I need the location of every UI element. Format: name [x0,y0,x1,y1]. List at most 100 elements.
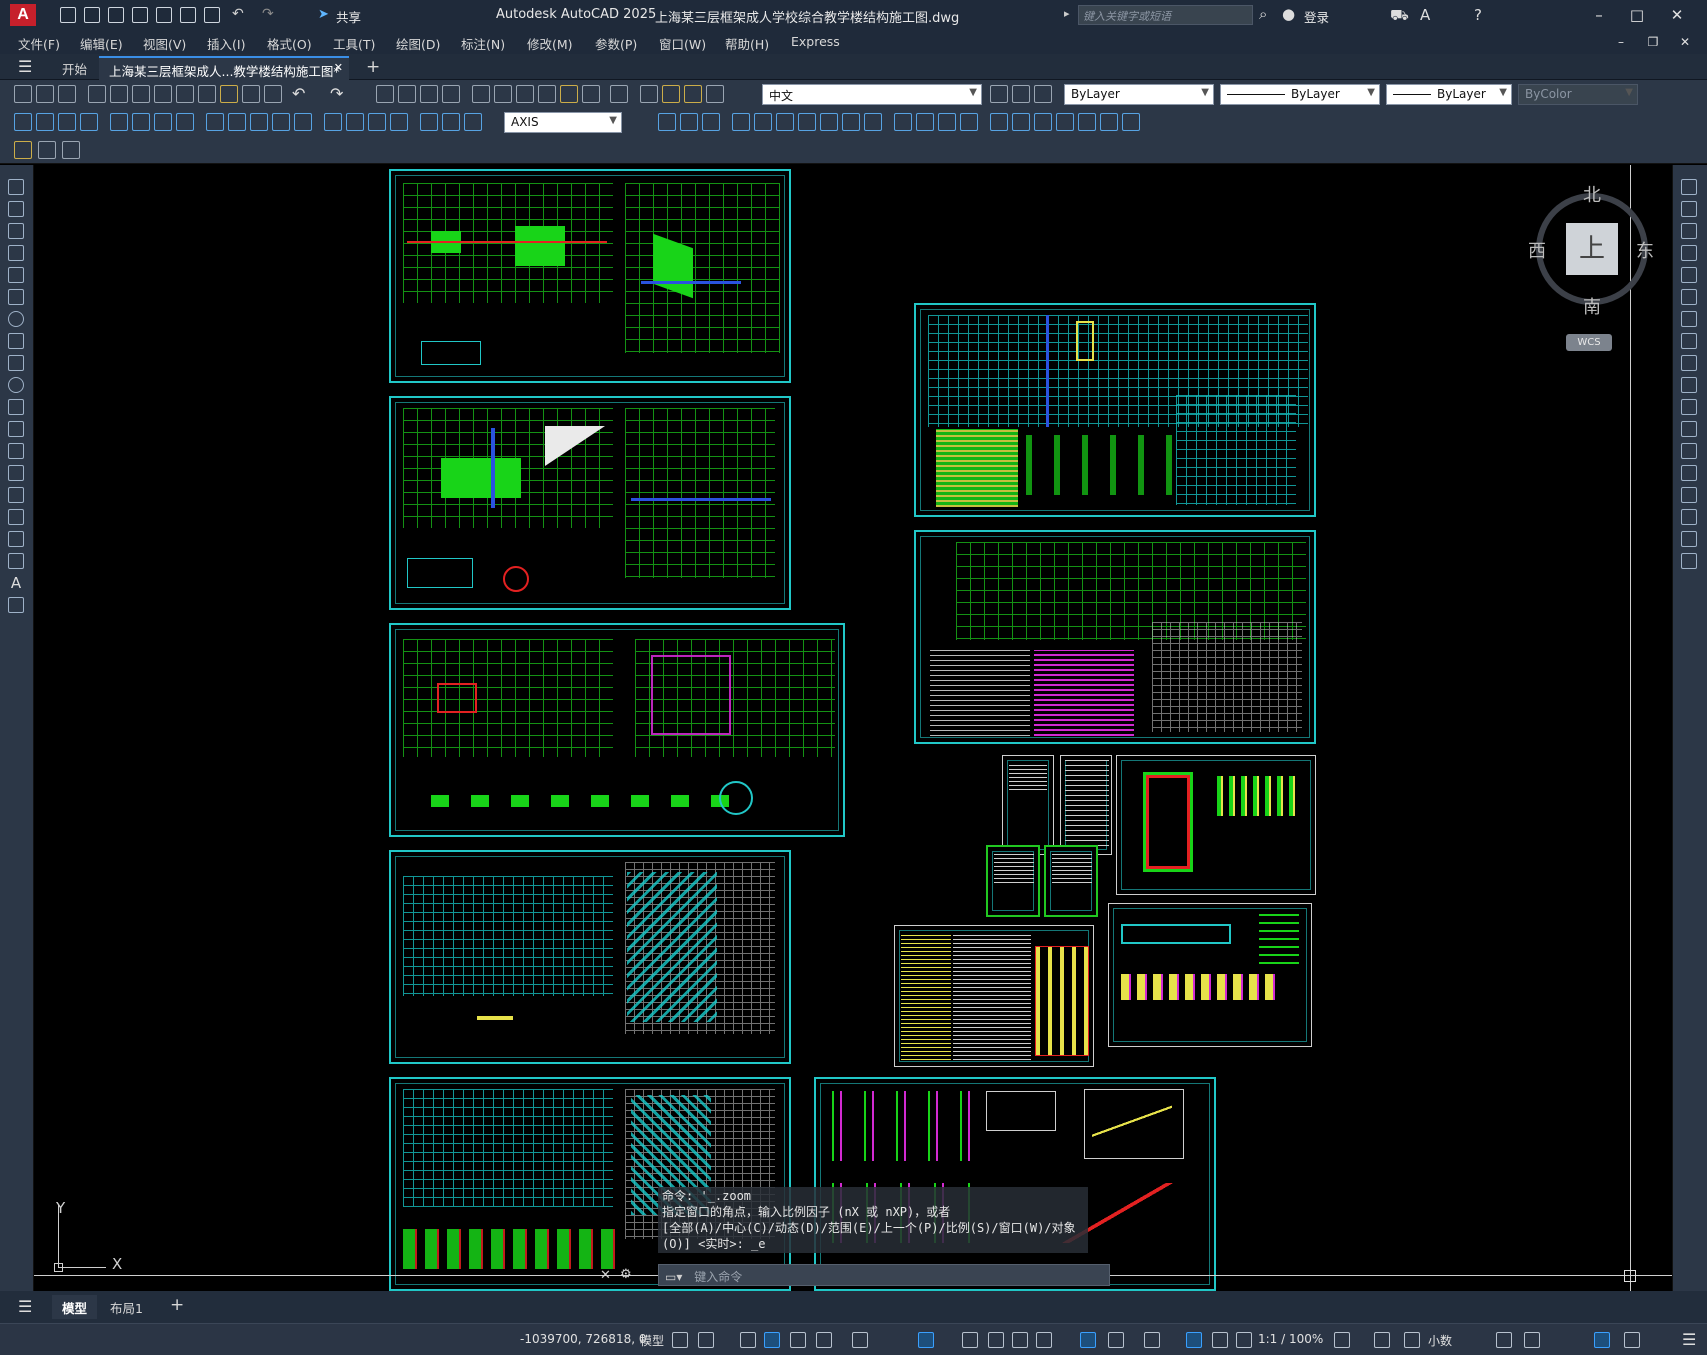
drawing-canvas[interactable]: Y X [34,165,1672,1291]
doc-minimize-button[interactable]: – [1612,33,1630,51]
drawing-sheet-11[interactable] [986,845,1040,917]
multiline-text-icon[interactable]: A [8,575,24,591]
pan-icon[interactable] [376,85,394,103]
open-file-icon[interactable] [36,85,54,103]
viewcube[interactable]: 上 北 南 东 西 [1528,175,1658,318]
ordinate-dimension-icon[interactable] [80,113,98,131]
radius-dimension-icon[interactable] [110,113,128,131]
help-icon[interactable]: ? [1474,6,1482,24]
customize-command-icon[interactable]: ⚙ [620,1267,632,1282]
qnew-icon[interactable] [14,85,32,103]
explode-icon[interactable] [1681,553,1697,569]
revision-cloud-icon[interactable] [8,333,24,349]
color-control-dropdown[interactable]: ByLayer ▼ [1064,84,1214,105]
customization-menu-icon[interactable]: ☰ [1682,1330,1696,1349]
drawing-sheet-2[interactable] [389,396,791,610]
tab-drawing[interactable]: 上海某三层框架成人...教学楼结构施工图* ✕ [99,56,349,80]
drawing-sheet-15[interactable] [814,1077,1216,1291]
clean-screen-icon[interactable] [1624,1332,1640,1348]
menu-view[interactable]: 视图(V) [143,34,186,53]
color-faces-icon[interactable] [960,113,978,131]
tool-palettes-icon[interactable] [516,85,534,103]
join-icon[interactable] [1681,465,1697,481]
print-icon[interactable] [204,7,220,23]
shell-icon[interactable] [1056,113,1074,131]
point-icon[interactable] [8,465,24,481]
spline-icon[interactable] [8,355,24,371]
extend-icon[interactable] [1681,399,1697,415]
match-properties-icon[interactable] [220,85,238,103]
attribute-sync-icon[interactable] [62,141,80,159]
wipeout-icon[interactable] [264,85,282,103]
grid-icon[interactable] [672,1332,688,1348]
ellipse-icon[interactable] [8,377,24,393]
make-current-layer-icon[interactable] [990,85,1008,103]
extrude-faces-icon[interactable] [798,113,816,131]
undo-toolbar-icon[interactable]: ↶ [292,84,305,103]
inspection-icon[interactable] [368,113,386,131]
3d-rotate-icon[interactable] [680,113,698,131]
publish-3d-icon[interactable] [132,85,150,103]
save-as-icon[interactable] [132,7,148,23]
make-block-icon[interactable] [8,443,24,459]
chamfer-icon[interactable] [1681,487,1697,503]
menu-help[interactable]: 帮助(H) [725,34,769,53]
menu-window[interactable]: 窗口(W) [659,34,706,53]
layer-bulb-icon[interactable] [662,85,680,103]
section-plane-icon[interactable] [1122,113,1140,131]
tab-start[interactable]: 开始 [52,56,97,80]
share-icon[interactable]: ➤ [318,7,329,22]
menu-tools[interactable]: 工具(T) [333,34,375,53]
export-icon[interactable] [180,7,196,23]
infer-constraints-icon[interactable] [740,1332,756,1348]
layer-properties-icon[interactable] [640,85,658,103]
viewcube-top-face[interactable]: 上 [1566,223,1618,275]
mirror-icon[interactable] [1681,223,1697,239]
rectangle-icon[interactable] [8,267,24,283]
search-input[interactable]: 键入关键字或短语 [1078,5,1253,25]
object-snap-tracking-icon[interactable] [918,1332,934,1348]
gizmo-icon[interactable] [1144,1332,1160,1348]
drawing-sheet-8[interactable] [1002,755,1054,855]
redo-toolbar-icon[interactable]: ↷ [330,84,343,103]
layer-sun-icon[interactable] [684,85,702,103]
scale-icon[interactable] [1681,333,1697,349]
array-icon[interactable] [1681,267,1697,283]
quick-properties-icon[interactable] [1496,1332,1512,1348]
zoom-previous-icon[interactable] [442,85,460,103]
3d-align-icon[interactable] [702,113,720,131]
layer-dropdown[interactable]: 中文 ▼ [762,84,982,105]
lock-ui-icon[interactable] [1524,1332,1540,1348]
annotation-monitor-icon[interactable] [1374,1332,1390,1348]
properties-icon[interactable] [472,85,490,103]
polar-tracking-icon[interactable] [816,1332,832,1348]
minimize-button[interactable]: – [1590,6,1608,24]
gradient-icon[interactable] [8,509,24,525]
menu-parametric[interactable]: 参数(P) [595,34,637,53]
menu-express[interactable]: Express [791,34,840,49]
plot-icon[interactable] [88,85,106,103]
menu-format[interactable]: 格式(O) [267,34,312,53]
redo-icon[interactable]: ↷ [262,6,274,22]
break-at-point-icon[interactable] [1681,421,1697,437]
arc-icon[interactable] [8,289,24,305]
attribute-manager-icon[interactable] [38,141,56,159]
lineweight-control-dropdown[interactable]: ByLayer ▼ [1386,84,1512,105]
drawing-sheet-5[interactable] [389,1077,791,1291]
hatch-icon[interactable] [8,487,24,503]
autodesk-app-icon[interactable]: A [1420,6,1430,24]
solid-edit-icon[interactable] [1100,113,1118,131]
command-input[interactable]: ▭▾ 键入命令 [658,1264,1110,1286]
layout-menu-icon[interactable]: ☰ [18,1297,32,1316]
menu-dimension[interactable]: 标注(N) [461,34,505,53]
calculator-icon[interactable] [582,85,600,103]
new-icon[interactable] [60,7,76,23]
isometric-icon[interactable] [852,1332,868,1348]
menu-file[interactable]: 文件(F) [18,34,60,53]
drawing-sheet-6[interactable] [914,303,1316,517]
ellipse-arc-icon[interactable] [8,399,24,415]
drawing-sheet-4[interactable] [389,850,791,1064]
angular-dimension-icon[interactable] [176,113,194,131]
plot-style-dropdown[interactable]: ByColor ▼ [1518,84,1638,105]
intersect-icon[interactable] [776,113,794,131]
